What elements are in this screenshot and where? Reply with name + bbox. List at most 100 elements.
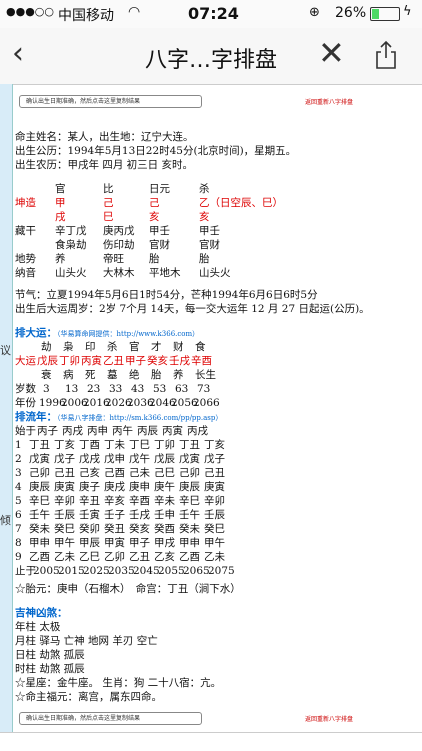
dayun-ganzhi-cell: 丁卯 bbox=[59, 355, 80, 367]
charging-icon: ϟ bbox=[403, 4, 412, 19]
dayun-title: 排大运： bbox=[15, 327, 57, 339]
dayun-label: 大运 bbox=[15, 355, 36, 367]
liunian-cell: 壬辰 bbox=[204, 509, 225, 521]
liunian-cell: 庚辰 bbox=[29, 481, 50, 493]
liunian-source-link[interactable]: （华易八字排盘：http://sm.k366.com/pp/pp.asp） bbox=[57, 414, 222, 422]
canggan-label: 藏干 bbox=[15, 225, 36, 237]
liunian-cell: 戊子 bbox=[204, 453, 225, 465]
liunian-cell: 丁丑 bbox=[29, 439, 50, 451]
liunian-row-index: 8 bbox=[15, 537, 22, 549]
shensha-line: 月柱 驿马 亡神 地网 羊刃 空亡 bbox=[15, 635, 158, 647]
rearrange-link[interactable]: 返回重新八字排盘 bbox=[305, 96, 353, 110]
liunian-cell: 庚申 bbox=[129, 481, 150, 493]
liunian-row-index: 4 bbox=[15, 481, 22, 493]
signal-icon: ●●●○○ bbox=[6, 5, 54, 18]
liunian-cell: 甲申 bbox=[29, 537, 50, 549]
status-bar: ●●●○○ 中国移动 ◠ 07:24 ⊕ 26% ϟ bbox=[0, 0, 422, 28]
canggan-cell: 甲壬 bbox=[199, 225, 220, 237]
liunian-cell: 戊子 bbox=[54, 453, 75, 465]
dayun-dishi-cell: 病 bbox=[63, 369, 74, 381]
tiangan-cell: 己 bbox=[149, 197, 160, 209]
liunian-cell: 己丑 bbox=[54, 467, 75, 479]
battery-percent: 26% bbox=[335, 5, 367, 21]
liunian-cell: 庚辰 bbox=[179, 481, 200, 493]
liunian-start-label: 始于 bbox=[15, 425, 36, 437]
dayun-dishi-cell: 长生 bbox=[195, 369, 216, 381]
dayun-ganzhi-cell: 辛酉 bbox=[191, 355, 212, 367]
dizhi-cell: 亥 bbox=[149, 211, 160, 223]
dayun-shishen-cell: 才 bbox=[151, 341, 162, 353]
liunian-cell: 癸未 bbox=[179, 523, 200, 535]
liunian-end-cell: 2035 bbox=[108, 565, 135, 577]
liunian-cell: 甲申 bbox=[179, 537, 200, 549]
liunian-cell: 丁卯 bbox=[154, 439, 175, 451]
liunian-cell: 丁亥 bbox=[204, 439, 225, 451]
liunian-cell: 戊戌 bbox=[79, 453, 100, 465]
copy-result-button-bottom[interactable]: 确认出生日期准确，然后点击这里复制结果 bbox=[19, 712, 202, 725]
liunian-start-cell: 丙戌 bbox=[62, 425, 83, 437]
liunian-cell: 乙丑 bbox=[129, 551, 150, 563]
dayun-age-cell: 53 bbox=[153, 383, 167, 395]
liunian-row-index: 3 bbox=[15, 467, 22, 479]
dizhi-cell: 戌 bbox=[55, 211, 66, 223]
liunian-cell: 戊午 bbox=[129, 453, 150, 465]
bottom-bar bbox=[0, 732, 422, 751]
liunian-cell: 乙未 bbox=[204, 551, 225, 563]
shishen-cell: 杀 bbox=[199, 183, 210, 195]
share-icon[interactable] bbox=[374, 40, 398, 70]
dayun-shishen-cell: 劫 bbox=[41, 341, 52, 353]
liunian-cell: 己亥 bbox=[79, 467, 100, 479]
shishen-cell: 官 bbox=[55, 183, 66, 195]
canggan-shishen-cell: 伤印劫 bbox=[103, 239, 135, 251]
canggan-shishen-cell: 官财 bbox=[199, 239, 220, 251]
liunian-row-index: 7 bbox=[15, 523, 22, 535]
liunian-cell: 丁未 bbox=[104, 439, 125, 451]
dayun-age-cell: 3 bbox=[43, 383, 50, 395]
liunian-cell: 甲戌 bbox=[154, 537, 175, 549]
close-button[interactable]: ✕ bbox=[318, 34, 345, 72]
dishi-cell: 胎 bbox=[199, 253, 210, 265]
nayin-cell: 平地木 bbox=[149, 267, 181, 279]
dayun-age-cell: 23 bbox=[87, 383, 101, 395]
dayun-dishi-cell: 衰 bbox=[41, 369, 52, 381]
canggan-cell: 甲壬 bbox=[149, 225, 170, 237]
info-line: 出生公历：1994年5月13日22时45分(北京时间)，星期五。 bbox=[15, 145, 297, 157]
liunian-cell: 壬戌 bbox=[129, 509, 150, 521]
tiangan-cell: 乙（日空辰、巳） bbox=[199, 197, 283, 209]
rearrange-link-bottom[interactable]: 返回重新八字排盘 bbox=[305, 713, 353, 727]
liunian-cell: 癸巳 bbox=[204, 523, 225, 535]
dayun-shishen-cell: 枭 bbox=[63, 341, 74, 353]
dayun-age-cell: 63 bbox=[175, 383, 189, 395]
liunian-cell: 乙酉 bbox=[29, 551, 50, 563]
page-title: 八字…字排盘 bbox=[144, 48, 277, 73]
liunian-cell: 癸未 bbox=[29, 523, 50, 535]
dayun-shishen-cell: 食 bbox=[195, 341, 206, 353]
liunian-end-cell: 2055 bbox=[158, 565, 185, 577]
shensha-line: ☆星座：金牛座。 生肖：狗 二十八宿：亢。 bbox=[15, 677, 222, 689]
liunian-cell: 癸酉 bbox=[154, 523, 175, 535]
nayin-cell: 山头火 bbox=[55, 267, 87, 279]
liunian-cell: 壬申 bbox=[154, 509, 175, 521]
liunian-cell: 己酉 bbox=[104, 467, 125, 479]
liunian-cell: 丁丑 bbox=[179, 439, 200, 451]
liunian-cell: 甲寅 bbox=[104, 537, 125, 549]
liunian-cell: 乙酉 bbox=[179, 551, 200, 563]
liunian-end-cell: 2065 bbox=[183, 565, 210, 577]
liunian-cell: 乙卯 bbox=[104, 551, 125, 563]
battery-fill bbox=[372, 9, 379, 19]
sidebar-char: 议 bbox=[0, 344, 11, 357]
liunian-cell: 癸卯 bbox=[79, 523, 100, 535]
liunian-cell: 庚寅 bbox=[204, 481, 225, 493]
liunian-cell: 壬午 bbox=[29, 509, 50, 521]
dayun-source-link[interactable]: （华易算命网提供：http://www.k366.com） bbox=[57, 330, 199, 338]
liunian-cell: 癸亥 bbox=[129, 523, 150, 535]
liunian-cell: 辛酉 bbox=[129, 495, 150, 507]
nayin-cell: 山头火 bbox=[199, 267, 231, 279]
dayun-age-cell: 73 bbox=[197, 383, 211, 395]
liunian-cell: 戊申 bbox=[104, 453, 125, 465]
copy-result-button[interactable]: 确认出生日期准确，然后点击这里复制结果 bbox=[19, 95, 202, 108]
liunian-end-cell: 2005 bbox=[33, 565, 60, 577]
liunian-cell: 壬午 bbox=[179, 509, 200, 521]
liunian-start-cell: 丙子 bbox=[37, 425, 58, 437]
clock: 07:24 bbox=[188, 4, 239, 23]
